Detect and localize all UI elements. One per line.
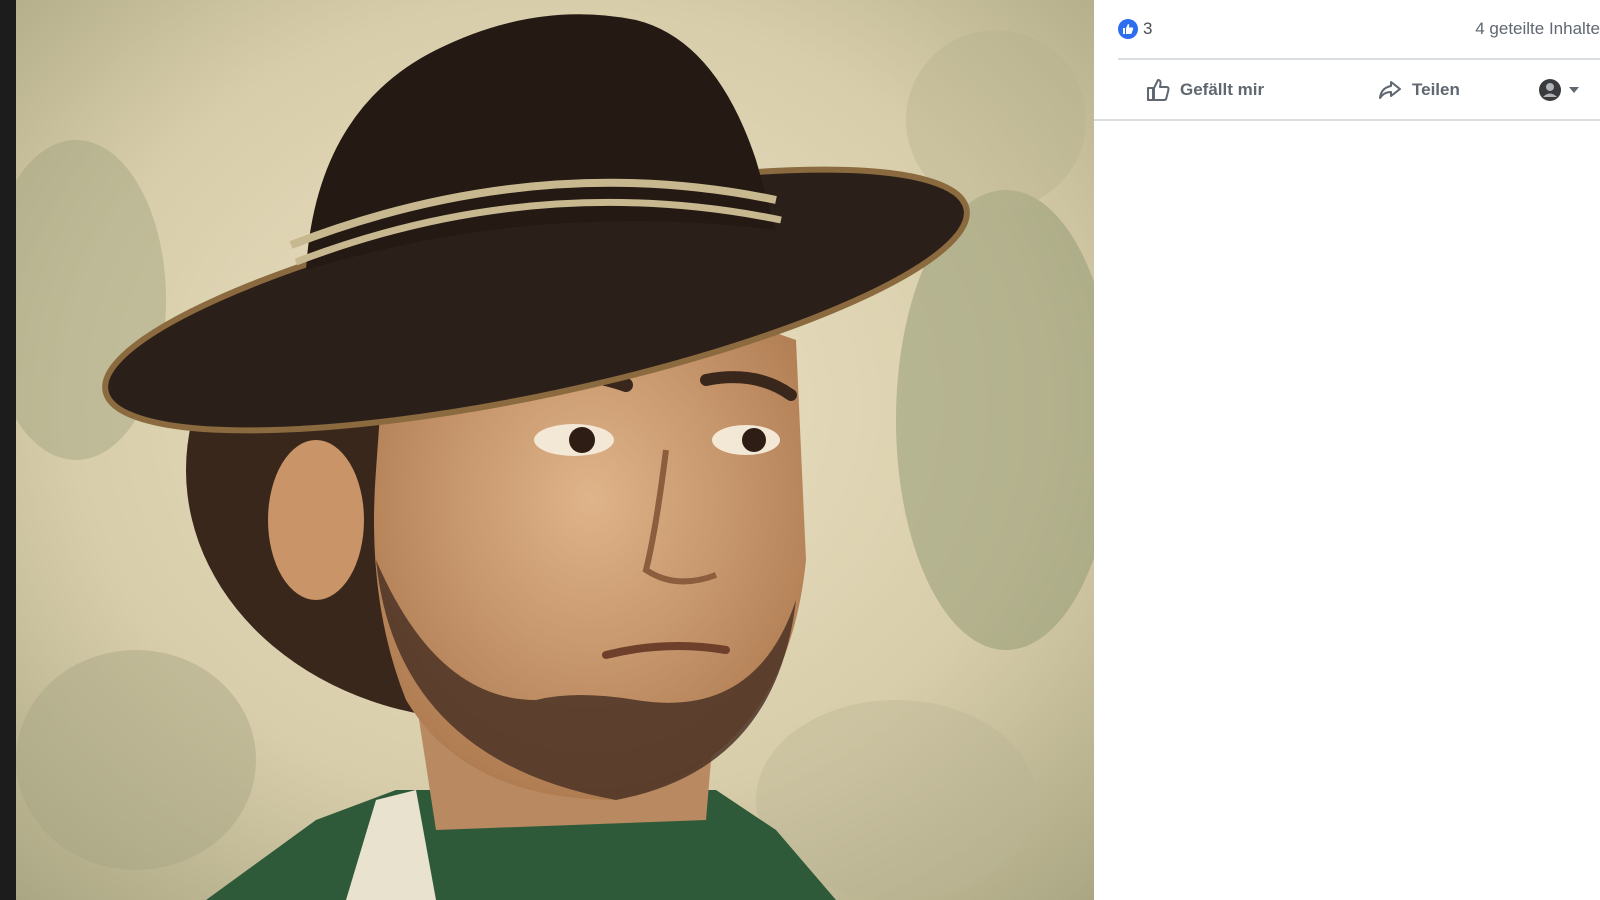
thumbs-up-icon xyxy=(1144,76,1172,104)
reaction-count[interactable]: 3 xyxy=(1143,19,1152,39)
viewer-left-edge xyxy=(0,0,16,900)
portrait-photo xyxy=(16,0,1094,900)
audience-selector[interactable] xyxy=(1536,74,1580,106)
post-side-panel: 3 4 geteilte Inhalte Gefällt mir Teilen xyxy=(1094,0,1600,900)
like-button[interactable]: Gefällt mir xyxy=(1144,74,1264,106)
shares-count[interactable]: 4 geteilte Inhalte xyxy=(1475,19,1600,39)
share-button-label: Teilen xyxy=(1412,80,1460,99)
share-arrow-icon xyxy=(1376,76,1404,104)
reaction-summary: 3 4 geteilte Inhalte xyxy=(1094,0,1600,58)
like-icon[interactable] xyxy=(1118,19,1138,39)
post-actions: Gefällt mir Teilen xyxy=(1094,60,1600,118)
like-button-label: Gefällt mir xyxy=(1180,80,1265,99)
divider xyxy=(1094,119,1600,121)
avatar-icon xyxy=(1536,76,1564,104)
caret-down-icon xyxy=(1568,76,1580,104)
share-button[interactable]: Teilen xyxy=(1376,74,1460,106)
post-photo[interactable] xyxy=(16,0,1094,900)
